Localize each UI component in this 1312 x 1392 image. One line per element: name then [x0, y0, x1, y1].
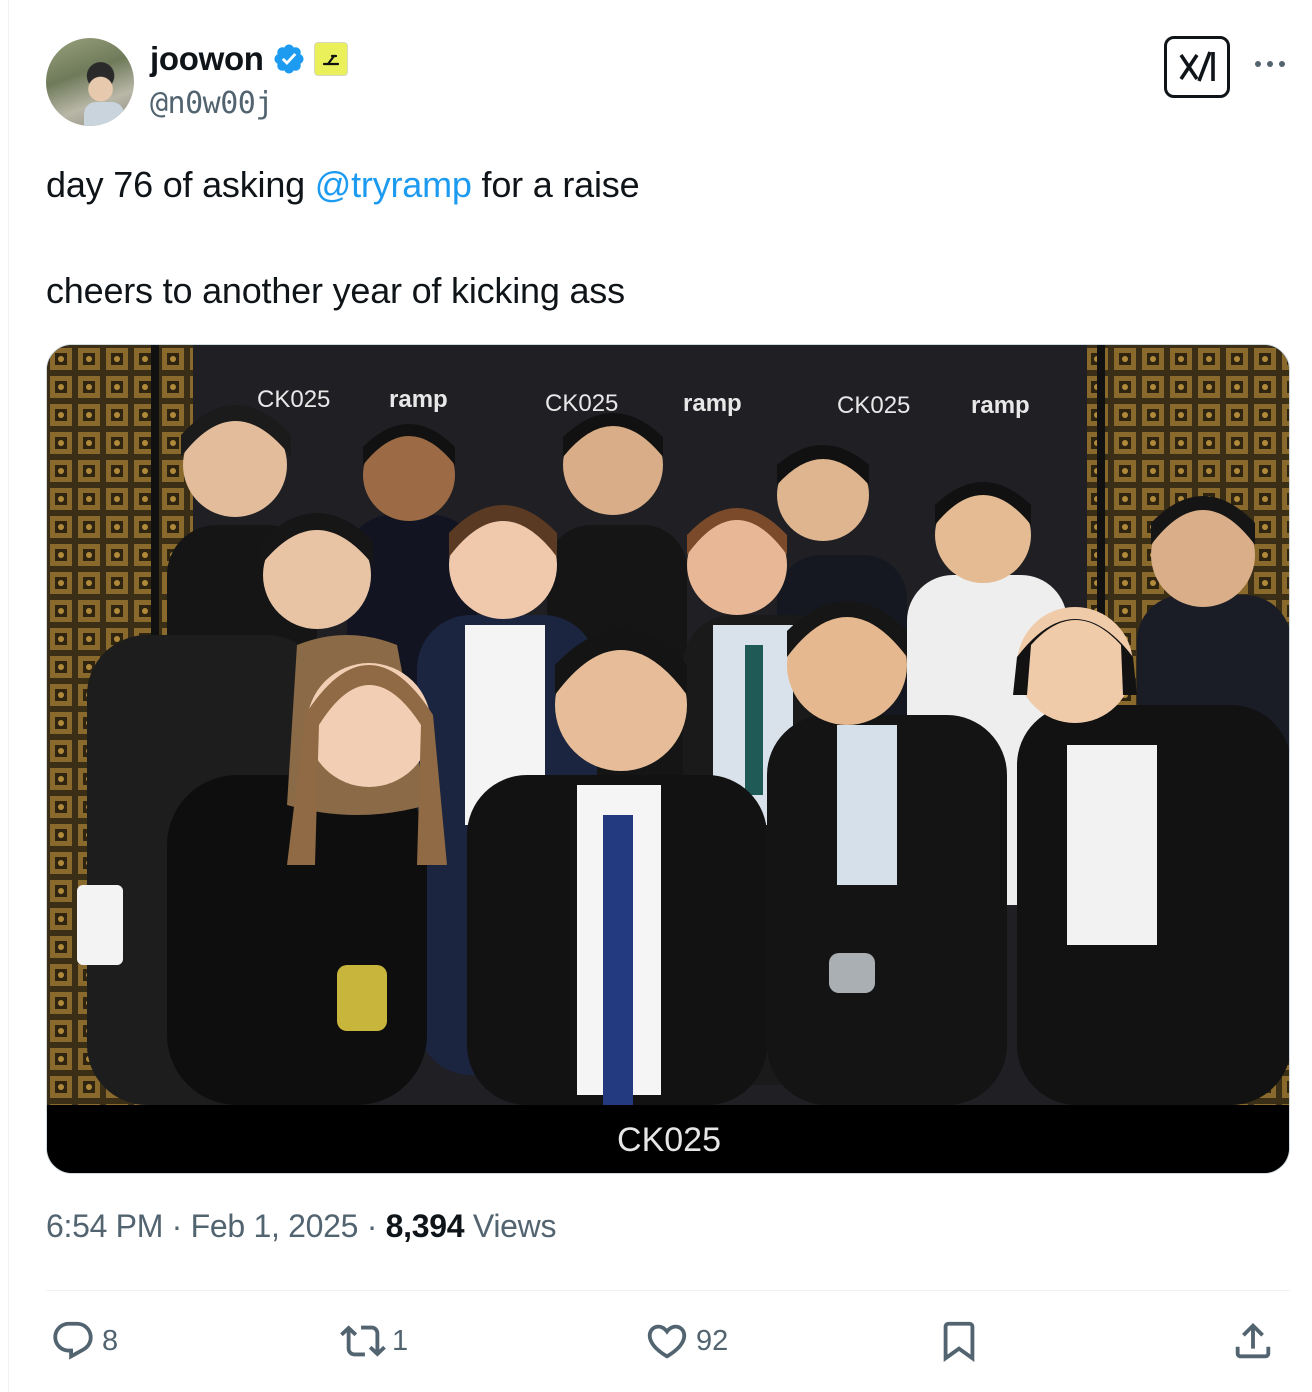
share-button[interactable]: [1230, 1318, 1276, 1364]
backdrop-text: ramp: [389, 386, 448, 413]
views-count: 8,394: [385, 1208, 465, 1244]
grok-icon: [1179, 51, 1215, 82]
backdrop-text: ramp: [683, 390, 742, 417]
share-icon: [1235, 1322, 1271, 1359]
tweet-text-part: day 76 of asking: [46, 164, 315, 205]
handle[interactable]: @n0w00j: [150, 86, 273, 121]
tweet-line-1: day 76 of asking @tryramp for a raise: [46, 162, 640, 208]
left-border: [8, 0, 9, 1392]
backdrop-text: CK025: [837, 392, 910, 419]
display-name[interactable]: joowon: [150, 40, 264, 78]
action-bar: 8 1 92: [50, 1318, 1282, 1368]
backdrop-text: CK025: [545, 390, 618, 417]
meta-separator: ·: [358, 1208, 386, 1244]
tweet-meta: 6:54 PM · Feb 1, 2025 · 8,394 Views: [46, 1208, 556, 1245]
avatar[interactable]: [46, 38, 134, 126]
ramp-affiliate-icon[interactable]: [313, 42, 348, 76]
more-options-icon[interactable]: [1250, 54, 1290, 74]
tweet-line-2: cheers to another year of kicking ass: [46, 270, 625, 311]
like-count: 92: [696, 1324, 729, 1357]
heart-icon: [647, 1324, 687, 1359]
tweet-text-part: for a raise: [471, 164, 640, 205]
reply-icon: [53, 1321, 93, 1360]
photo-caption: CK025: [617, 1121, 721, 1159]
bookmark-button[interactable]: [936, 1318, 982, 1364]
mention-link[interactable]: @tryramp: [315, 164, 472, 205]
reply-count: 8: [102, 1324, 119, 1357]
tweet-header: joowon @n0w00j: [44, 36, 1290, 128]
grok-button[interactable]: [1164, 36, 1230, 98]
verified-badge-icon[interactable]: [272, 42, 306, 76]
views-label: Views: [464, 1208, 557, 1244]
tweet-photo[interactable]: CK025 ramp CK025 ramp CK025 ramp CK025: [46, 344, 1290, 1174]
divider: [46, 1290, 1290, 1291]
tweet-time[interactable]: 6:54 PM: [46, 1208, 163, 1244]
repost-icon: [340, 1325, 386, 1357]
reply-button[interactable]: 8: [50, 1318, 118, 1364]
name-row: joowon: [150, 40, 348, 78]
meta-separator: ·: [163, 1208, 191, 1244]
bookmark-icon: [943, 1321, 975, 1362]
backdrop-text: CK025: [257, 386, 330, 413]
tweet-text: day 76 of asking @tryramp for a raise ch…: [46, 162, 640, 314]
backdrop-text: ramp: [971, 392, 1030, 419]
repost-count: 1: [392, 1324, 409, 1357]
repost-button[interactable]: 1: [340, 1318, 408, 1364]
like-button[interactable]: 92: [644, 1318, 728, 1364]
tweet-date[interactable]: Feb 1, 2025: [191, 1208, 359, 1244]
